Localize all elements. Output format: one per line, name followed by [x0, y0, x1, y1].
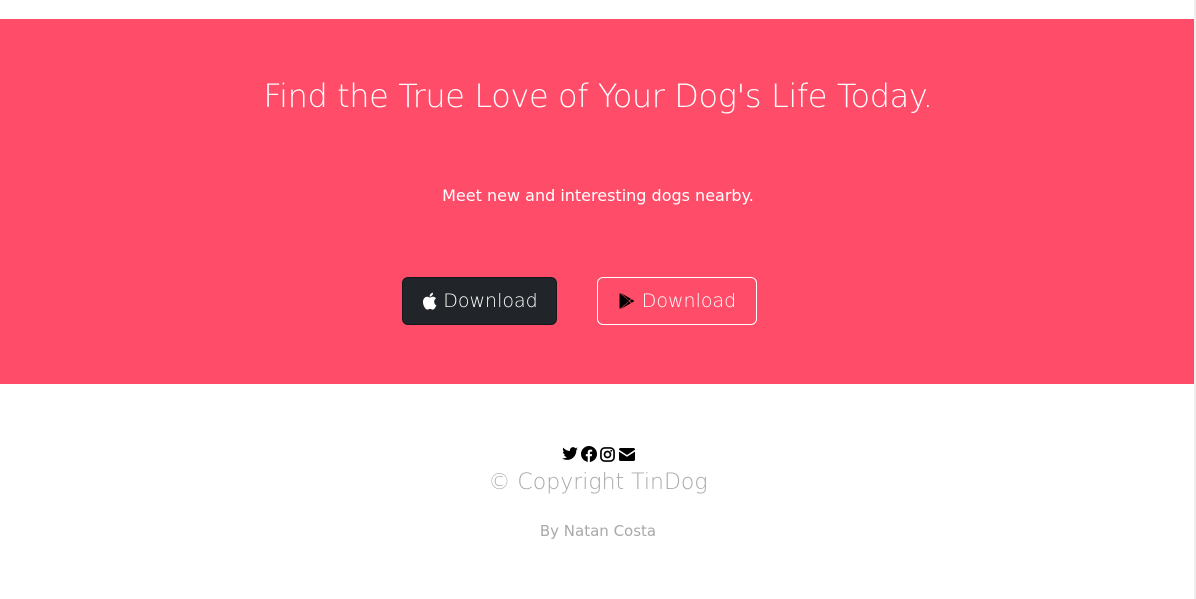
- cta-section: Find the True Love of Your Dog's Life To…: [0, 19, 1194, 384]
- social-icons: [0, 446, 1196, 462]
- copyright-text: © Copyright TinDog: [488, 470, 708, 495]
- author-byline: By Natan Costa: [539, 522, 657, 540]
- envelope-icon[interactable]: [618, 446, 635, 462]
- google-play-download-label: Download: [641, 290, 737, 312]
- apple-download-button[interactable]: Download: [402, 277, 557, 325]
- facebook-icon[interactable]: [580, 446, 597, 462]
- cta-heading: Find the True Love of Your Dog's Life To…: [263, 77, 933, 115]
- apple-icon: [421, 292, 437, 310]
- instagram-icon[interactable]: [600, 446, 616, 462]
- apple-download-label: Download: [443, 290, 538, 312]
- twitter-icon[interactable]: [561, 446, 578, 462]
- cta-subheading: Meet new and interesting dogs nearby.: [442, 186, 754, 205]
- google-play-download-button[interactable]: Download: [597, 277, 757, 325]
- google-play-icon: [618, 292, 636, 310]
- page: Find the True Love of Your Dog's Life To…: [0, 0, 1196, 599]
